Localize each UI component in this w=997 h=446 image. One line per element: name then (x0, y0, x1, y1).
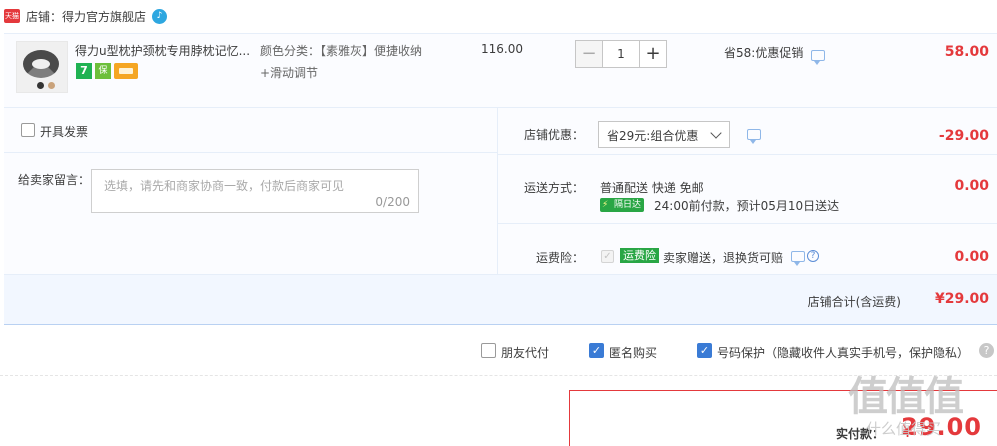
watermark-logo: 值值值 (848, 374, 964, 420)
invoice-label[interactable]: 开具发票 (40, 123, 88, 140)
anonymous-label[interactable]: 匿名购买 (609, 344, 657, 361)
promo-label: 省58:优惠促销 (724, 46, 804, 60)
wangwang-icon[interactable]: ♪ (152, 9, 167, 24)
shipping-amount: 0.00 (954, 178, 989, 194)
sku-color-label: 颜色分类：【素雅灰】便捷收纳 (260, 44, 423, 58)
product-thumbnail[interactable] (16, 41, 68, 93)
insurance-amount: 0.00 (954, 249, 989, 265)
insurance-text: 卖家赠送，退换货可赔 (663, 251, 784, 265)
watermark-text: 什么值得买 (866, 420, 942, 438)
shop-subtotal-amount: ¥29.00 (934, 291, 989, 307)
anonymous-checkbox[interactable]: ✓ (589, 343, 604, 358)
seller-message-label: 给卖家留言： (18, 173, 91, 187)
guarantee-icon: 保 (95, 63, 111, 79)
shipping-method: 普通配送 快递 免邮 (600, 181, 704, 195)
shop-discount-value: 省29元:组合优惠 (607, 129, 699, 143)
shop-subtotal-label: 店铺合计(含运费) (807, 295, 901, 309)
invoice-checkbox[interactable] (21, 123, 35, 137)
quantity-input[interactable]: 1 (603, 40, 639, 68)
shop-discount-select[interactable]: 省29元:组合优惠 (598, 121, 730, 148)
chevron-down-icon (710, 127, 722, 139)
credit-card-icon (114, 63, 138, 79)
insurance-checkbox: ✓ (601, 250, 614, 263)
insurance-badge: 运费险 (620, 248, 659, 263)
order-options-section: 开具发票 给卖家留言： 选填，请先和商家协商一致，付款后商家可见 0/200 店… (4, 107, 997, 275)
quantity-increase-button[interactable]: + (639, 40, 667, 68)
sku-extra-label: +滑动调节 (260, 66, 319, 80)
tmall-badge-icon: 天猫 (4, 9, 20, 23)
divider (498, 154, 997, 155)
shop-header: 天猫 店铺：得力官方旗舰店 ♪ (0, 0, 997, 33)
chat-icon[interactable] (747, 129, 761, 144)
seller-message-placeholder: 选填，请先和商家协商一致，付款后商家可见 (104, 179, 345, 193)
char-counter: 0/200 (375, 195, 410, 209)
number-protect-label[interactable]: 号码保护（隐藏收件人真实手机号，保护隐私） (717, 344, 969, 361)
friend-pay-label[interactable]: 朋友代付 (501, 344, 549, 361)
shop-name-link[interactable]: 店铺：得力官方旗舰店 (26, 8, 146, 25)
chat-icon[interactable] (791, 251, 805, 266)
shop-subtotal-bar: 店铺合计(含运费) ¥29.00 (4, 274, 997, 325)
shop-discount-label: 店铺优惠： (524, 128, 585, 142)
friend-pay-checkbox[interactable] (481, 343, 496, 358)
service-icons: 7 保 (76, 63, 138, 79)
shipping-label: 运送方式： (524, 181, 585, 195)
order-left-panel: 开具发票 给卖家留言： 选填，请先和商家协商一致，付款后商家可见 0/200 (4, 108, 497, 275)
seven-day-return-icon: 7 (76, 63, 92, 79)
divider (498, 223, 997, 224)
help-icon[interactable]: ? (979, 343, 994, 358)
help-icon[interactable]: ? (807, 250, 819, 262)
seller-message-input[interactable]: 选填，请先和商家协商一致，付款后商家可见 0/200 (91, 169, 419, 213)
quantity-decrease-button[interactable]: − (575, 40, 603, 68)
number-protect-checkbox[interactable]: ✓ (697, 343, 712, 358)
chat-icon[interactable] (811, 50, 825, 65)
next-day-badge: 隔日达 (600, 198, 645, 212)
product-title-link[interactable]: 得力u型枕护颈枕专用脖枕记忆... (75, 42, 253, 59)
shop-discount-amount: -29.00 (938, 128, 989, 144)
divider (4, 152, 497, 153)
item-total-price: 58.00 (944, 44, 989, 60)
insurance-label: 运费险： (536, 251, 585, 265)
unit-price: 116.00 (481, 42, 523, 56)
order-right-panel: 店铺优惠： 省29元:组合优惠 -29.00 运送方式： 普通配送 快递 免邮 … (497, 108, 997, 275)
quantity-stepper: − 1 + (575, 40, 667, 68)
cart-item-row: 得力u型枕护颈枕专用脖枕记忆... 7 保 颜色分类：【素雅灰】便捷收纳 +滑动… (4, 33, 997, 107)
shipping-time: 24:00前付款，预计05月10日送达 (654, 199, 840, 213)
